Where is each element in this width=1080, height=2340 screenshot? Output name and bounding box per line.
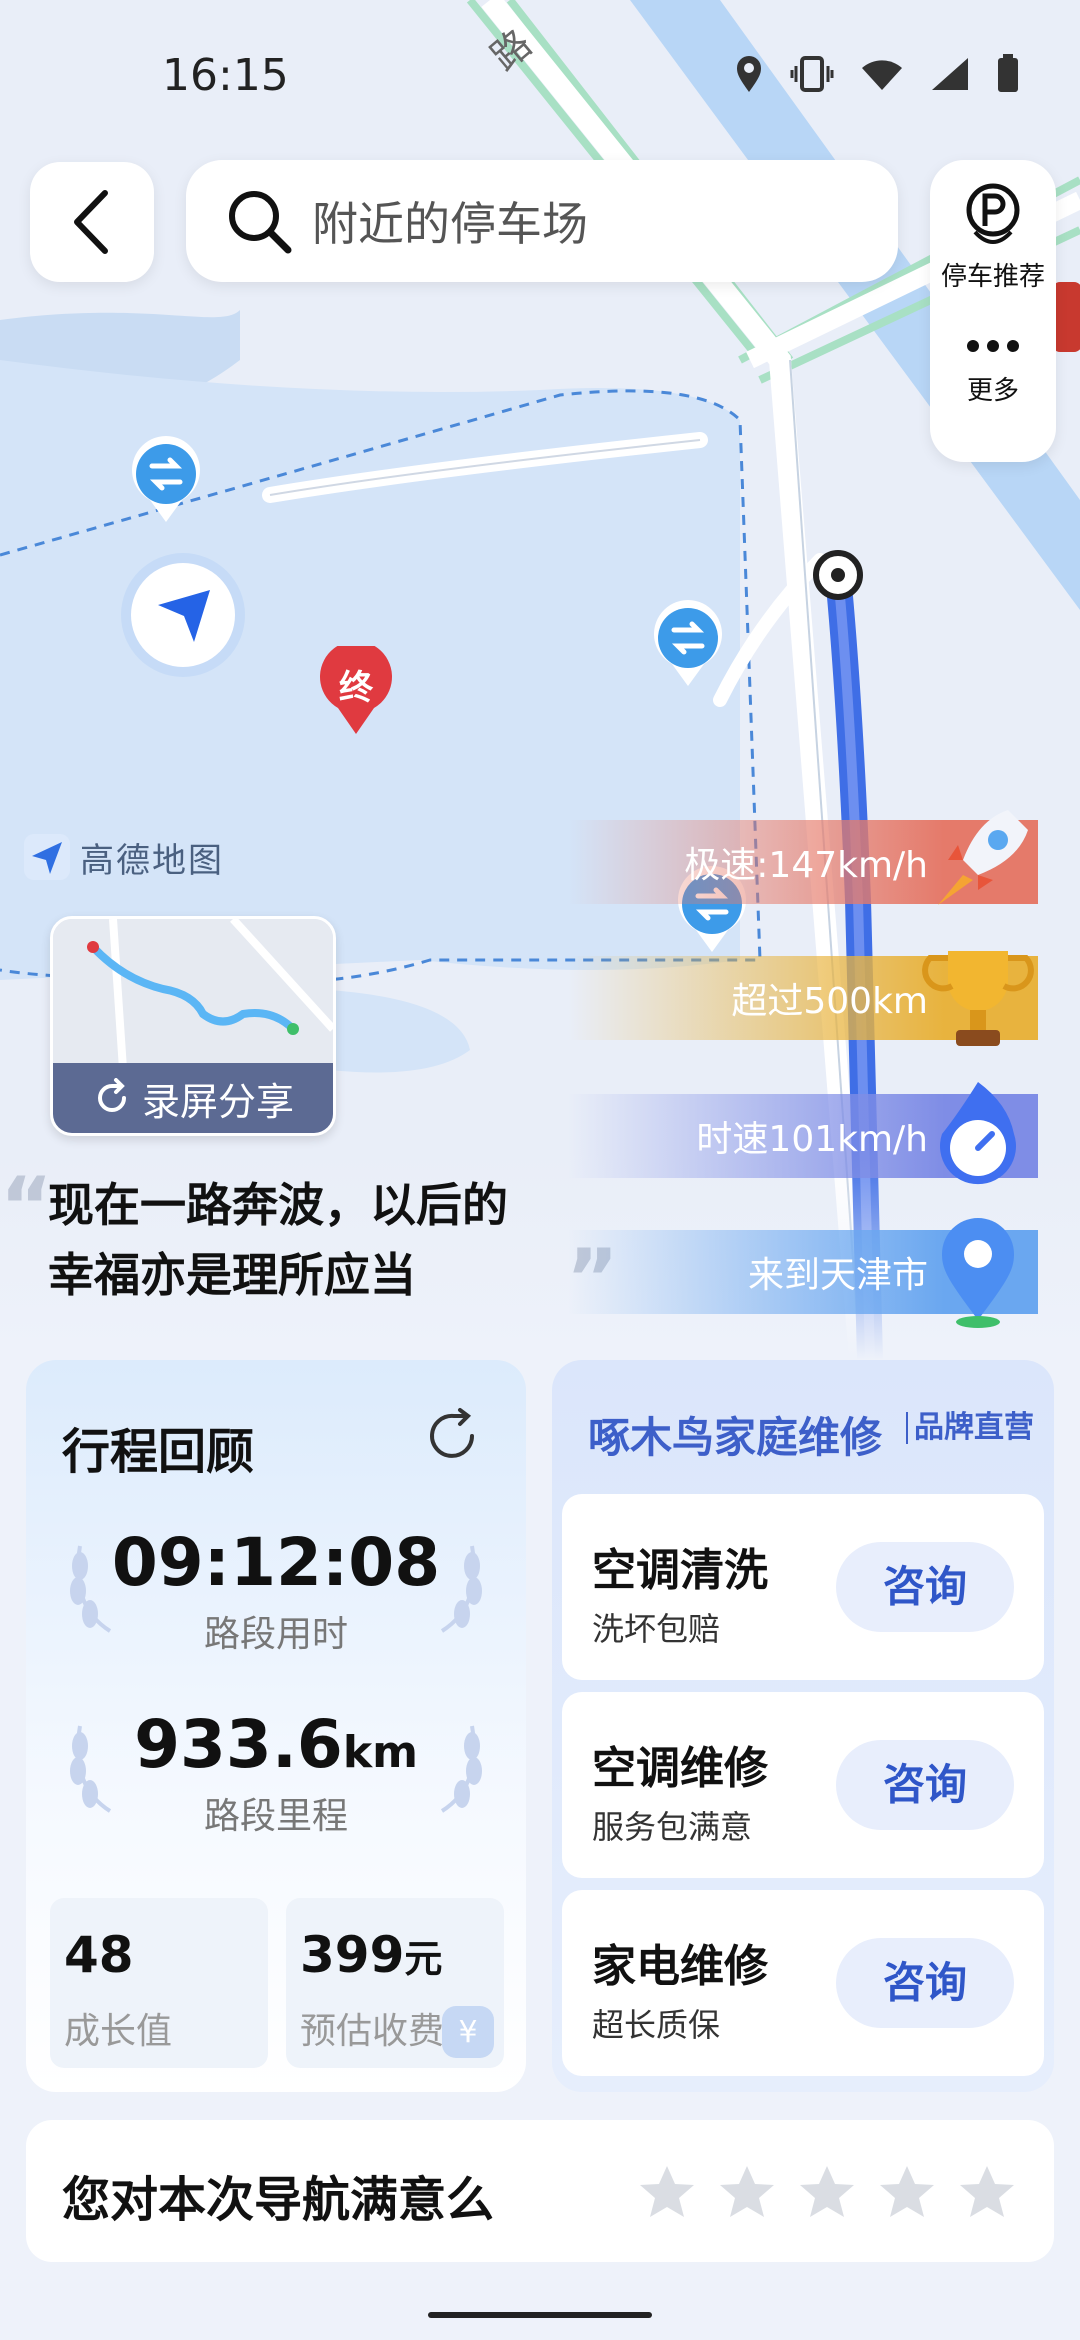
duration-metric: 09:12:08 路段用时: [26, 1524, 526, 1657]
distance-unit: km: [342, 1727, 418, 1778]
wifi-icon: [862, 60, 902, 90]
chevron-left-icon: [74, 190, 108, 254]
consult-button[interactable]: 咨询: [836, 1740, 1014, 1830]
star-icon[interactable]: [718, 2164, 776, 2220]
transit-marker-icon[interactable]: [650, 600, 726, 690]
search-placeholder: 附近的停车场: [312, 197, 588, 251]
distance-label: 路段里程: [203, 1796, 348, 1837]
battery-icon: [998, 54, 1018, 92]
ad-brand: 啄木鸟家庭维修: [588, 1413, 883, 1462]
ad-brand-sub: 品牌直营: [906, 1412, 1034, 1444]
quote-line-2: 幸福亦是理所应当: [48, 1248, 416, 1302]
status-time: 16:15: [162, 50, 289, 101]
star-icon[interactable]: [638, 2164, 696, 2220]
speedometer-icon: [940, 1082, 1016, 1185]
more-label: 更多: [966, 376, 1019, 406]
end-marker[interactable]: 终: [318, 646, 394, 736]
service-name: 空调维修: [592, 1743, 768, 1794]
rating-stars: [638, 2164, 1016, 2220]
service-desc: 服务包满意: [592, 1808, 753, 1846]
service-name: 空调清洗: [592, 1545, 768, 1596]
end-marker-label: 终: [339, 668, 373, 708]
rocket-icon: [938, 810, 1028, 905]
achievement-banner: 时速101km/h: [568, 1082, 1038, 1185]
share-bar: 录屏分享: [53, 1063, 333, 1133]
fee-label: 预估收费: [300, 2011, 445, 2052]
service-item[interactable]: 家电维修 超长质保 咨询: [562, 1890, 1044, 2076]
star-icon[interactable]: [798, 2164, 856, 2220]
achievement-text: 来到天津市: [747, 1255, 928, 1296]
service-desc: 洗坏包赔: [592, 1610, 721, 1648]
location-pin-icon: [942, 1218, 1014, 1328]
trophy-icon: [922, 951, 1034, 1046]
map-side-panel: 停车推荐 更多: [930, 160, 1056, 462]
route-thumbnail: [53, 919, 333, 1069]
star-icon[interactable]: [958, 2164, 1016, 2220]
growth-value: 48: [64, 1926, 134, 1984]
vibrate-icon: [790, 56, 834, 92]
share-label: 录屏分享: [141, 1079, 294, 1124]
rating-question: 您对本次导航满意么: [62, 2172, 495, 2228]
location-icon: [737, 56, 761, 92]
replay-icon: [98, 1078, 126, 1112]
home-indicator[interactable]: [428, 2312, 652, 2318]
more-button[interactable]: 更多: [930, 312, 1056, 446]
consult-button[interactable]: 咨询: [836, 1542, 1014, 1632]
achievement-banner: 来到天津市: [568, 1218, 1038, 1328]
trip-review-title: 行程回顾: [62, 1424, 255, 1480]
achievement-text: 时速101km/h: [696, 1119, 928, 1160]
fee-unit: 元: [404, 1937, 443, 1981]
service-name: 家电维修: [592, 1941, 768, 1992]
status-bar: 16:15: [0, 40, 1080, 120]
distance-value: 933.6: [134, 1706, 343, 1783]
achievement-banner: 超过500km: [568, 951, 1038, 1046]
more-dots-icon: [967, 340, 1019, 352]
achievement-banner: 极速:147km/h: [568, 810, 1038, 905]
trip-review-card: 行程回顾 09:12:08 路段用时 933.6km 路段里程 48 成长值 3…: [26, 1360, 526, 2092]
service-item[interactable]: 空调清洗 洗坏包赔 咨询: [562, 1494, 1044, 1680]
yuan-coin-icon: ¥: [442, 2006, 494, 2058]
star-icon[interactable]: [878, 2164, 936, 2220]
growth-value-box: 48 成长值: [50, 1898, 268, 2068]
growth-label: 成长值: [64, 2011, 173, 2052]
parking-recommend-button[interactable]: 停车推荐: [930, 160, 1056, 312]
quote-line-1: 现在一路奔波，以后的: [48, 1178, 508, 1232]
transit-marker-icon[interactable]: [128, 436, 204, 526]
toll-estimate-box: 399元 预估收费 ¥: [286, 1898, 504, 2068]
parking-icon: [966, 183, 1020, 244]
duration-label: 路段用时: [203, 1614, 348, 1655]
search-icon: [229, 191, 292, 254]
logo-text: 高德地图: [80, 840, 224, 881]
navigation-rating: 您对本次导航满意么: [26, 2120, 1054, 2262]
service-desc: 超长质保: [592, 2006, 721, 2044]
quote-open-mark: “: [0, 1160, 53, 1253]
refresh-icon[interactable]: [424, 1406, 484, 1466]
trip-quote: 现在一路奔波，以后的 幸福亦是理所应当: [48, 1170, 508, 1310]
repair-service-ad: 啄木鸟家庭维修 品牌直营 空调清洗 洗坏包赔 咨询 空调维修 服务包满意 咨询 …: [552, 1360, 1054, 2092]
achievement-text: 极速:147km/h: [684, 845, 928, 886]
search-bar[interactable]: 附近的停车场: [186, 160, 898, 282]
amap-logo-icon: [24, 834, 70, 880]
distance-metric: 933.6km 路段里程: [26, 1706, 526, 1839]
duration-value: 09:12:08: [111, 1524, 441, 1601]
svg-text:¥: ¥: [458, 2015, 477, 2050]
amap-logo: 高德地图: [22, 832, 224, 882]
fee-value: 399: [300, 1926, 405, 1984]
parking-recommend-label: 停车推荐: [940, 262, 1045, 292]
poi-marker[interactable]: [1052, 282, 1080, 352]
service-item[interactable]: 空调维修 服务包满意 咨询: [562, 1692, 1044, 1878]
consult-button[interactable]: 咨询: [836, 1938, 1014, 2028]
signal-icon: [932, 58, 968, 90]
screen-record-share-card[interactable]: 录屏分享: [50, 916, 336, 1136]
current-location-icon[interactable]: [118, 550, 248, 680]
back-button[interactable]: [30, 162, 154, 282]
achievement-text: 超过500km: [731, 981, 928, 1022]
